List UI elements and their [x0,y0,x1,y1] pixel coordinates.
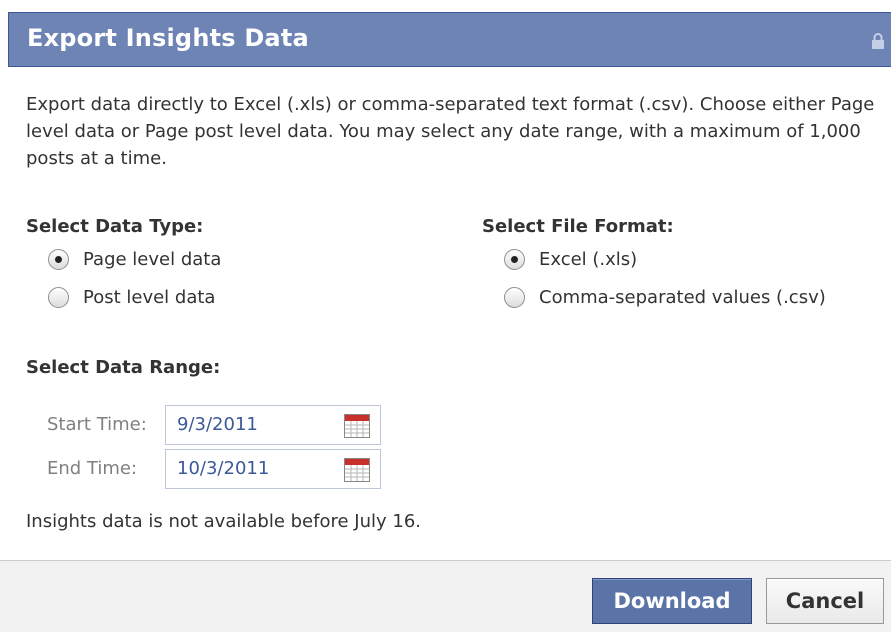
post-level-data-radio[interactable] [48,286,69,308]
start-time-label: Start Time: [47,414,147,435]
dialog-titlebar: Export Insights Data [8,12,891,67]
start-time-value: 9/3/2011 [177,414,258,435]
end-time-label: End Time: [47,458,138,479]
csv-format-option[interactable]: Comma-separated values (.csv) [504,284,826,310]
data-range-label: Select Data Range: [26,357,221,378]
cancel-button[interactable]: Cancel [766,578,884,624]
csv-format-radio[interactable] [504,286,525,308]
dialog-description: Export data directly to Excel (.xls) or … [26,94,875,169]
page-level-data-radio[interactable] [48,248,69,270]
lock-icon [872,33,884,49]
calendar-icon[interactable] [344,414,370,438]
post-level-data-label: Post level data [83,286,216,308]
end-time-value: 10/3/2011 [177,458,270,479]
dialog-footer: Download Cancel [0,560,891,632]
excel-format-radio[interactable] [504,248,525,270]
calendar-icon[interactable] [344,458,370,482]
csv-format-label: Comma-separated values (.csv) [539,286,826,308]
export-insights-dialog: Export Insights Data Export data directl… [0,0,891,632]
post-level-data-option[interactable]: Post level data [48,284,215,310]
start-time-input[interactable]: 9/3/2011 [165,405,381,445]
download-button[interactable]: Download [592,578,752,624]
data-type-label: Select Data Type: [26,216,204,237]
page-level-data-label: Page level data [83,248,222,270]
file-format-label: Select File Format: [482,216,674,237]
end-time-input[interactable]: 10/3/2011 [165,449,381,489]
page-level-data-option[interactable]: Page level data [48,246,221,272]
excel-format-label: Excel (.xls) [539,248,638,270]
excel-format-option[interactable]: Excel (.xls) [504,246,637,272]
availability-note: Insights data is not available before Ju… [26,511,421,532]
dialog-title: Export Insights Data [27,24,309,52]
